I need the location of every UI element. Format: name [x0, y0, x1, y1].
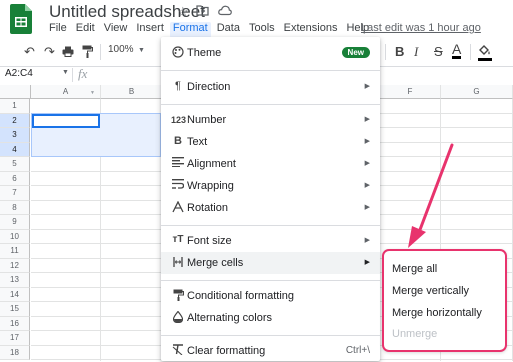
annotation-arrow — [408, 143, 454, 248]
